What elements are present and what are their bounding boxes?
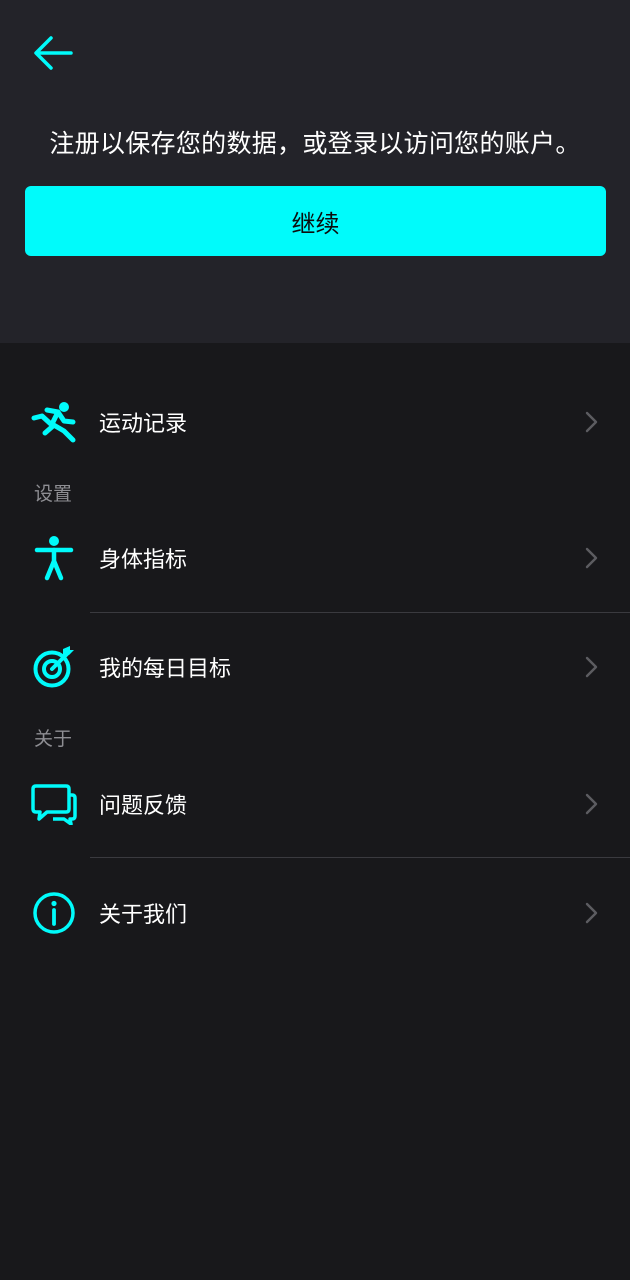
menu-item-label: 运动记录: [99, 412, 188, 437]
chevron-right-icon: [585, 547, 598, 569]
menu-item-about-us[interactable]: 关于我们: [0, 871, 630, 955]
continue-button[interactable]: 继续: [25, 186, 606, 256]
menu-item-feedback[interactable]: 问题反馈: [0, 762, 630, 846]
back-button[interactable]: [28, 30, 78, 76]
divider: [90, 857, 630, 858]
signup-prompt: 注册以保存您的数据，或登录以访问您的账户。: [49, 129, 581, 158]
menu-item-label: 身体指标: [99, 548, 188, 573]
running-icon: [30, 398, 78, 446]
settings-page: 注册以保存您的数据，或登录以访问您的账户。 继续 运动记录 设置 身体指标 我的…: [0, 0, 630, 1280]
chat-icon: [30, 780, 78, 828]
target-icon: [30, 643, 78, 691]
divider: [90, 612, 630, 613]
arrow-left-icon: [34, 36, 73, 70]
section-title-about: 关于: [34, 728, 73, 750]
chevron-right-icon: [585, 793, 598, 815]
menu-item-label: 问题反馈: [99, 794, 188, 819]
chevron-right-icon: [585, 411, 598, 433]
menu-item-workout-records[interactable]: 运动记录: [0, 380, 630, 464]
chevron-right-icon: [585, 656, 598, 678]
info-icon: [30, 889, 78, 937]
chevron-right-icon: [585, 902, 598, 924]
menu-item-label: 关于我们: [99, 903, 188, 928]
account-header: 注册以保存您的数据，或登录以访问您的账户。 继续: [0, 0, 630, 343]
person-icon: [30, 534, 78, 582]
menu-item-daily-goals[interactable]: 我的每日目标: [0, 625, 630, 709]
section-title-settings: 设置: [34, 483, 73, 505]
menu-item-body-metrics[interactable]: 身体指标: [0, 516, 630, 600]
menu-item-label: 我的每日目标: [99, 657, 232, 682]
